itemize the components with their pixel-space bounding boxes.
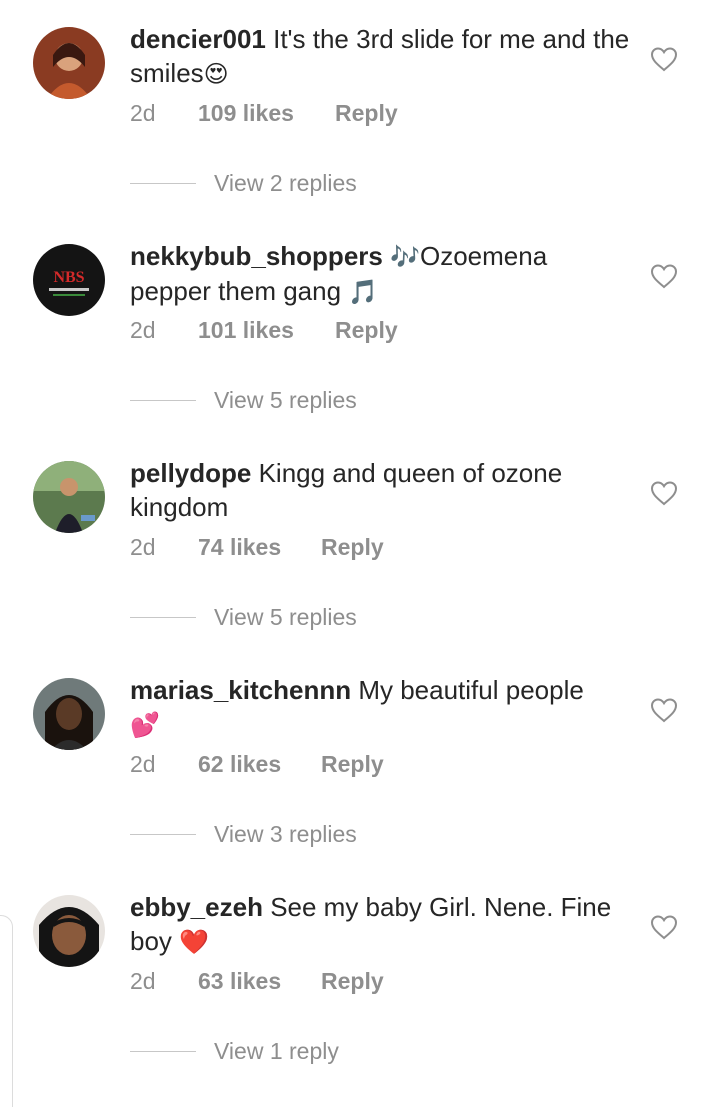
comment-meta: 2d 63 likes Reply [130, 968, 384, 995]
comment-item: pellydope Kingg and queen of ozone kingd… [0, 434, 720, 651]
heart-outline-icon[interactable] [650, 263, 678, 289]
reply-button[interactable]: Reply [321, 968, 384, 995]
view-replies-button[interactable]: View 5 replies [130, 387, 357, 414]
heart-outline-icon[interactable] [650, 46, 678, 72]
heart-outline-icon[interactable] [650, 914, 678, 940]
avatar[interactable] [33, 678, 105, 750]
replies-divider [130, 1051, 196, 1052]
comment-username[interactable]: marias_kitchennn [130, 675, 351, 705]
reply-button[interactable]: Reply [321, 534, 384, 561]
heart-outline-icon[interactable] [650, 697, 678, 723]
comment-meta: 2d 62 likes Reply [130, 751, 384, 778]
comment-emoji: 😍 [203, 60, 229, 88]
comment-username[interactable]: ebby_ezeh [130, 892, 263, 922]
comment-time: 2d [130, 968, 156, 994]
comment-meta: 2d 109 likes Reply [130, 100, 398, 127]
view-replies-label: View 3 replies [214, 821, 357, 847]
view-replies-label: View 5 replies [214, 387, 357, 413]
avatar[interactable] [33, 27, 105, 99]
view-replies-button[interactable]: View 1 reply [130, 1038, 339, 1065]
reply-button[interactable]: Reply [335, 100, 398, 127]
comment-time: 2d [130, 751, 156, 777]
replies-divider [130, 400, 196, 401]
comment-emoji: ❤️ [179, 928, 210, 956]
comment-time: 2d [130, 534, 156, 560]
comment-meta: 2d 74 likes Reply [130, 534, 384, 561]
replies-divider [130, 183, 196, 184]
reply-button[interactable]: Reply [321, 751, 384, 778]
comment-item: dencier001 It's the 3rd slide for me and… [0, 0, 720, 217]
comment-emoji: 🎶 [390, 243, 420, 271]
comment-time: 2d [130, 317, 156, 343]
comment-username[interactable]: dencier001 [130, 24, 266, 54]
comment-likes[interactable]: 62 likes [198, 751, 321, 778]
comment-text: marias_kitchennn My beautiful people 💕 [130, 673, 630, 742]
comment-item: NBS nekkybub_shoppers 🎶Ozoemena pepper t… [0, 217, 720, 434]
comment-item: ebby_ezeh See my baby Girl. Nene. Fine b… [0, 868, 720, 1085]
comment-text: dencier001 It's the 3rd slide for me and… [130, 22, 630, 91]
comment-text: nekkybub_shoppers 🎶Ozoemena pepper them … [130, 239, 630, 309]
replies-divider [130, 617, 196, 618]
view-replies-button[interactable]: View 5 replies [130, 604, 357, 631]
view-replies-button[interactable]: View 3 replies [130, 821, 357, 848]
view-replies-label: View 5 replies [214, 604, 357, 630]
overlay-edge [0, 915, 13, 1107]
view-replies-button[interactable]: View 2 replies [130, 170, 357, 197]
comment-text: pellydope Kingg and queen of ozone kingd… [130, 456, 630, 524]
comment-username[interactable]: pellydope [130, 458, 251, 488]
avatar[interactable] [33, 895, 105, 967]
comment-likes[interactable]: 74 likes [198, 534, 321, 561]
replies-divider [130, 834, 196, 835]
comment-body: My beautiful people [358, 675, 584, 705]
comment-emoji: 🎵 [348, 278, 379, 306]
view-replies-label: View 1 reply [214, 1038, 339, 1064]
avatar[interactable]: NBS [33, 244, 105, 316]
comment-likes[interactable]: 109 likes [198, 100, 335, 127]
comment-username[interactable]: nekkybub_shoppers [130, 241, 383, 271]
avatar-logo-text: NBS [53, 269, 84, 286]
comment-meta: 2d 101 likes Reply [130, 317, 398, 344]
comment-text: ebby_ezeh See my baby Girl. Nene. Fine b… [130, 890, 630, 959]
comment-emoji: 💕 [130, 711, 160, 739]
avatar[interactable] [33, 461, 105, 533]
comment-likes[interactable]: 101 likes [198, 317, 335, 344]
comment-item: marias_kitchennn My beautiful people 💕 2… [0, 651, 720, 868]
comment-time: 2d [130, 100, 156, 126]
comment-likes[interactable]: 63 likes [198, 968, 321, 995]
heart-outline-icon[interactable] [650, 480, 678, 506]
reply-button[interactable]: Reply [335, 317, 398, 344]
view-replies-label: View 2 replies [214, 170, 357, 196]
